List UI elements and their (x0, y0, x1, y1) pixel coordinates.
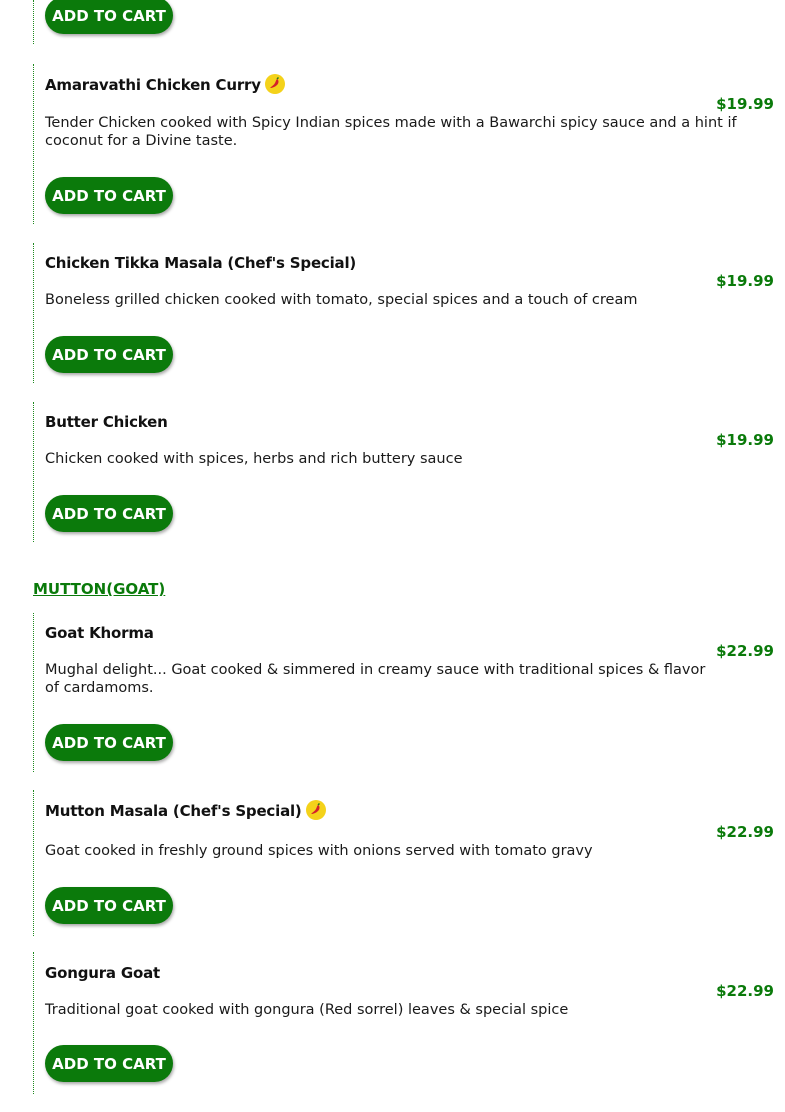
item-name: Mutton Masala (Chef's Special) (45, 802, 302, 820)
chili-pepper-icon (305, 800, 326, 820)
item-name: Goat Khorma (45, 624, 154, 642)
menu-item: Gongura Goat $22.99 Traditional goat coo… (33, 952, 785, 1094)
item-description: Tender Chicken cooked with Spicy Indian … (45, 115, 737, 149)
section-title-mutton[interactable]: MUTTON(GOAT) (33, 580, 165, 598)
chili-pepper-icon (264, 74, 285, 94)
add-to-cart-button[interactable]: ADD TO CART (45, 1045, 173, 1082)
add-to-cart-button[interactable]: ADD TO CART (45, 177, 173, 214)
add-to-cart-button[interactable]: ADD TO CART (45, 0, 173, 34)
menu-item: Mutton Masala (Chef's Special) $22.99 Go… (33, 790, 785, 936)
item-price: $22.99 (716, 642, 774, 660)
item-description: Traditional goat cooked with gongura (Re… (45, 1002, 569, 1018)
add-to-cart-button[interactable]: ADD TO CART (45, 724, 173, 761)
add-to-cart-button[interactable]: ADD TO CART (45, 495, 173, 532)
item-name: Amaravathi Chicken Curry (45, 76, 261, 94)
add-to-cart-button[interactable]: ADD TO CART (45, 336, 173, 373)
item-name: Gongura Goat (45, 964, 160, 982)
item-description: Chicken cooked with spices, herbs and ri… (45, 451, 463, 467)
item-price: $19.99 (716, 95, 774, 113)
item-name-row: Mutton Masala (Chef's Special) (45, 800, 326, 820)
menu-item: Amaravathi Chicken Curry $19.99 Tender C… (33, 64, 785, 224)
item-price: $22.99 (716, 823, 774, 841)
menu-item: Butter Chicken $19.99 Chicken cooked wit… (33, 402, 785, 542)
item-description: Goat cooked in freshly ground spices wit… (45, 843, 593, 859)
item-price: $19.99 (716, 431, 774, 449)
menu-item: Goat Khorma $22.99 Mughal delight... Goa… (33, 613, 785, 772)
menu-item: Chicken Tikka Masala (Chef's Special) $1… (33, 243, 785, 383)
item-name: Butter Chicken (45, 413, 168, 431)
item-description: Boneless grilled chicken cooked with tom… (45, 292, 638, 308)
item-name: Chicken Tikka Masala (Chef's Special) (45, 254, 357, 272)
item-description: Mughal delight... Goat cooked & simmered… (45, 662, 706, 696)
item-price: $19.99 (716, 272, 774, 290)
item-name-row: Amaravathi Chicken Curry (45, 74, 285, 94)
add-to-cart-button[interactable]: ADD TO CART (45, 887, 173, 924)
item-price: $22.99 (716, 982, 774, 1000)
menu-item-partial: ADD TO CART (33, 0, 785, 44)
